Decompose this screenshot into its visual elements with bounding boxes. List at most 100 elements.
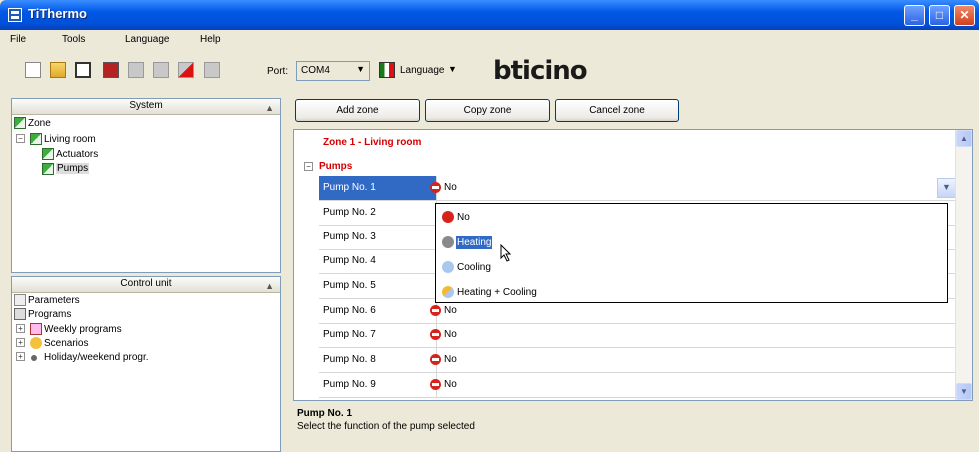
collapse-icon[interactable]: − [304, 162, 313, 171]
no-icon [430, 182, 441, 193]
system-panel-header[interactable]: System ▲ [12, 99, 280, 115]
row-label: Pump No. 3 [319, 225, 437, 249]
option-label: Heating [456, 236, 493, 249]
row-value[interactable]: No [430, 323, 457, 347]
add-zone-button[interactable]: Add zone [295, 99, 420, 122]
expand-icon[interactable]: + [16, 324, 25, 333]
holiday-icon [31, 355, 37, 361]
disabled-icon[interactable] [204, 62, 220, 78]
port-select[interactable]: COM4 ▼ [296, 61, 370, 81]
copy-zone-button[interactable]: Copy zone [425, 99, 550, 122]
expand-icon[interactable]: + [16, 338, 25, 347]
disabled-icon[interactable] [153, 62, 169, 78]
scroll-down-icon[interactable]: ▼ [956, 383, 972, 400]
option-label: Cooling [457, 262, 491, 273]
row-label: Pump No. 1 [319, 176, 437, 200]
parameters-icon [14, 294, 26, 306]
cancel-zone-button[interactable]: Cancel zone [555, 99, 679, 122]
row-value[interactable]: No [430, 348, 457, 372]
language-flag-icon[interactable] [379, 62, 395, 78]
gear-icon [442, 236, 454, 248]
row-value-text: No [444, 329, 457, 340]
room-icon [30, 133, 42, 145]
section-title: Pumps [319, 161, 353, 172]
tree-item-label: Parameters [28, 295, 80, 306]
no-icon [430, 379, 441, 390]
scroll-up-icon[interactable]: ▲ [956, 130, 972, 147]
expand-icon[interactable]: + [16, 352, 25, 361]
no-icon [430, 354, 441, 365]
zone-title: Zone 1 - Living room [323, 137, 422, 148]
row-label: Pump No. 4 [319, 249, 437, 273]
row-label: Pump No. 2 [319, 201, 437, 225]
system-panel: System ▲ Zone − Living room Actuators Pu… [11, 98, 281, 273]
row-label: Pump No. 5 [319, 274, 437, 298]
control-unit-panel: Control unit ▲ Parameters Programs + Wee… [11, 276, 281, 452]
control-panel-title: Control unit [120, 278, 172, 289]
tree-item-label: Living room [44, 134, 96, 145]
port-label: Port: [267, 66, 289, 77]
maximize-button[interactable]: □ [929, 5, 950, 26]
option-label: No [457, 212, 470, 223]
row-label: Pump No. 8 [319, 348, 437, 372]
title-bar[interactable]: TiThermo _ □ ✕ [0, 0, 979, 30]
table-row[interactable]: Pump No. 9 No [319, 373, 956, 398]
tree-item-label: Programs [28, 309, 72, 320]
no-icon [430, 329, 441, 340]
chevron-down-icon: ▼ [356, 64, 365, 74]
collapse-icon[interactable]: − [16, 134, 25, 143]
row-value-text: No [444, 379, 457, 390]
description-text: Select the function of the pump selected [297, 421, 475, 432]
heating-cooling-icon [442, 286, 454, 298]
disabled-icon[interactable] [128, 62, 144, 78]
menu-tools[interactable]: Tools [62, 34, 85, 45]
control-panel-header[interactable]: Control unit ▲ [12, 277, 280, 293]
calendar-icon [30, 323, 42, 335]
tree-item-label: Holiday/weekend progr. [44, 352, 149, 363]
row-value[interactable]: No [430, 176, 457, 200]
menu-help[interactable]: Help [200, 34, 221, 45]
collapse-icon[interactable]: ▲ [265, 279, 274, 293]
menu-bar: File Tools Language Help [4, 30, 975, 50]
tree-item-label: Zone [28, 118, 51, 129]
description-panel: Pump No. 1 Select the function of the pu… [293, 401, 973, 452]
menu-language[interactable]: Language [125, 34, 170, 45]
chevron-down-icon[interactable]: ▼ [937, 178, 956, 198]
language-button[interactable]: Language [400, 65, 445, 76]
pumps-icon [42, 163, 54, 175]
delete-icon[interactable] [103, 62, 119, 78]
tree-item-label: Pumps [56, 163, 90, 174]
open-folder-icon[interactable] [50, 62, 66, 78]
tree-item-label: Actuators [56, 149, 99, 160]
bticino-logo: bticino [493, 56, 588, 86]
programs-icon [14, 308, 26, 320]
menu-file[interactable]: File [10, 34, 26, 45]
actuators-icon [42, 148, 54, 160]
collapse-icon[interactable]: ▲ [265, 101, 274, 115]
description-title: Pump No. 1 [297, 408, 353, 419]
send-icon[interactable] [178, 62, 194, 78]
save-icon[interactable] [75, 62, 91, 78]
row-value[interactable]: No [430, 373, 457, 397]
row-label: Pump No. 9 [319, 373, 437, 397]
minimize-button[interactable]: _ [904, 5, 925, 26]
row-label: Pump No. 7 [319, 323, 437, 347]
close-button[interactable]: ✕ [954, 5, 975, 26]
app-icon [8, 8, 22, 22]
system-panel-title: System [129, 100, 163, 111]
row-value-text: No [444, 354, 457, 365]
row-value-text: No [444, 305, 457, 316]
row-value-text: No [444, 182, 457, 193]
port-value: COM4 [301, 65, 330, 76]
snowflake-icon [442, 261, 454, 273]
zone-icon [14, 117, 26, 129]
table-row[interactable]: Pump No. 8 No [319, 348, 956, 373]
chevron-down-icon[interactable]: ▼ [448, 64, 457, 74]
table-row[interactable]: Pump No. 7 No [319, 323, 956, 348]
option-label: Heating + Cooling [457, 287, 537, 298]
vertical-scrollbar[interactable]: ▲ ▼ [955, 130, 972, 400]
table-row[interactable]: Pump No. 1 No ▼ [319, 176, 956, 201]
new-file-icon[interactable] [25, 62, 41, 78]
mouse-cursor-icon [500, 244, 512, 262]
no-icon [430, 305, 441, 316]
